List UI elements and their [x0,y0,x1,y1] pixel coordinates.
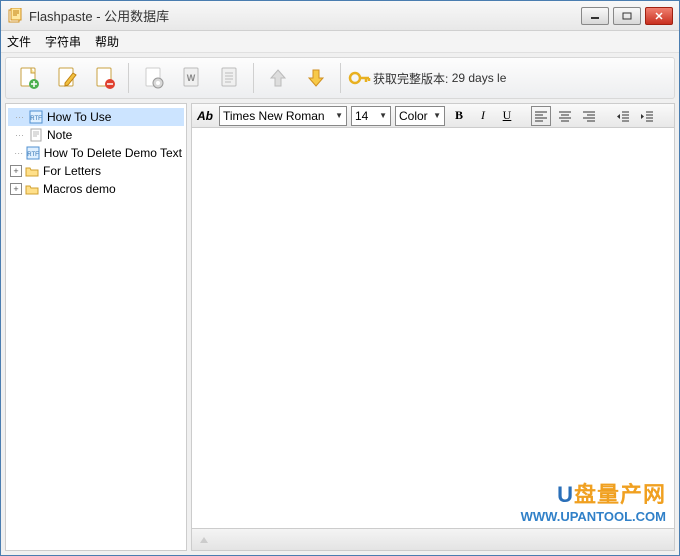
expand-icon[interactable]: + [10,165,22,177]
tree-item-for-letters[interactable]: + For Letters [8,162,184,180]
txt-icon [28,127,44,143]
underline-button[interactable]: U [497,106,517,126]
tree-connector-icon: ⋯ [10,148,26,159]
sidebar-tree[interactable]: ⋯RTFHow To Use⋯Note⋯RTFHow To Delete Dem… [5,103,187,551]
tree-item-label: For Letters [43,164,101,178]
down-arrow-button[interactable] [298,60,334,96]
main-toolbar: W 获取完整版本: 29 days le [5,57,675,99]
outdent-button[interactable] [613,106,633,126]
titlebar: Flashpaste - 公用数据库 [1,1,679,31]
rtf-icon: RTF [28,109,44,125]
minimize-button[interactable] [581,7,609,25]
tree-item-label: How To Delete Demo Text [44,146,182,160]
content-panel: Ab Times New Roman▼ 14▼ Color▼ B I U [191,103,675,551]
edit-doc-button[interactable] [48,60,84,96]
maximize-button[interactable] [613,7,641,25]
key-icon [347,68,373,88]
folder-icon [24,181,40,197]
folder-icon [24,163,40,179]
tree-item-how-to-use[interactable]: ⋯RTF How To Use [8,108,184,126]
tree-item-label: How To Use [47,110,111,124]
statusbar [192,528,674,550]
menu-file[interactable]: 文件 [7,33,31,50]
bold-button[interactable]: B [449,106,469,126]
tree-connector-icon: ⋯ [10,112,28,123]
italic-button[interactable]: I [473,106,493,126]
tree-item-label: Macros demo [43,182,116,196]
trial-days: 29 days le [452,71,507,85]
align-center-button[interactable] [555,106,575,126]
word-export-button[interactable]: W [173,60,209,96]
menu-help[interactable]: 帮助 [95,33,119,50]
indent-button[interactable] [637,106,657,126]
align-right-button[interactable] [579,106,599,126]
window-title: Flashpaste - 公用数据库 [29,6,581,25]
font-color-select[interactable]: Color▼ [395,106,445,126]
font-family-select[interactable]: Times New Roman▼ [219,106,347,126]
up-arrow-button[interactable] [260,60,296,96]
status-grip-icon [192,535,216,545]
tree-connector-icon: ⋯ [10,130,28,141]
rtf-icon: RTF [26,145,40,161]
settings-button[interactable] [135,60,171,96]
trial-text: 获取完整版本: [373,70,448,87]
editor-area[interactable] [192,128,674,528]
new-doc-button[interactable] [10,60,46,96]
svg-text:RTF: RTF [30,116,42,122]
svg-text:W: W [187,73,196,83]
trial-notice: 获取完整版本: 29 days le [347,68,506,88]
svg-text:RTF: RTF [28,152,40,158]
menu-strings[interactable]: 字符串 [45,33,81,50]
expand-icon[interactable]: + [10,183,22,195]
menubar: 文件 字符串 帮助 [1,31,679,53]
app-window: Flashpaste - 公用数据库 文件 字符串 帮助 W 获取完整版本: 2… [0,0,680,556]
delete-doc-button[interactable] [86,60,122,96]
tree-item-how-to-delete-demo-text[interactable]: ⋯RTF How To Delete Demo Text [8,144,184,162]
list-button[interactable] [211,60,247,96]
app-icon [7,8,23,24]
close-button[interactable] [645,7,673,25]
tree-item-macros-demo[interactable]: + Macros demo [8,180,184,198]
align-left-button[interactable] [531,106,551,126]
tree-item-note[interactable]: ⋯ Note [8,126,184,144]
font-size-select[interactable]: 14▼ [351,106,391,126]
tree-item-label: Note [47,128,72,142]
format-toolbar: Ab Times New Roman▼ 14▼ Color▼ B I U [192,104,674,128]
font-style-button[interactable]: Ab [195,106,215,126]
